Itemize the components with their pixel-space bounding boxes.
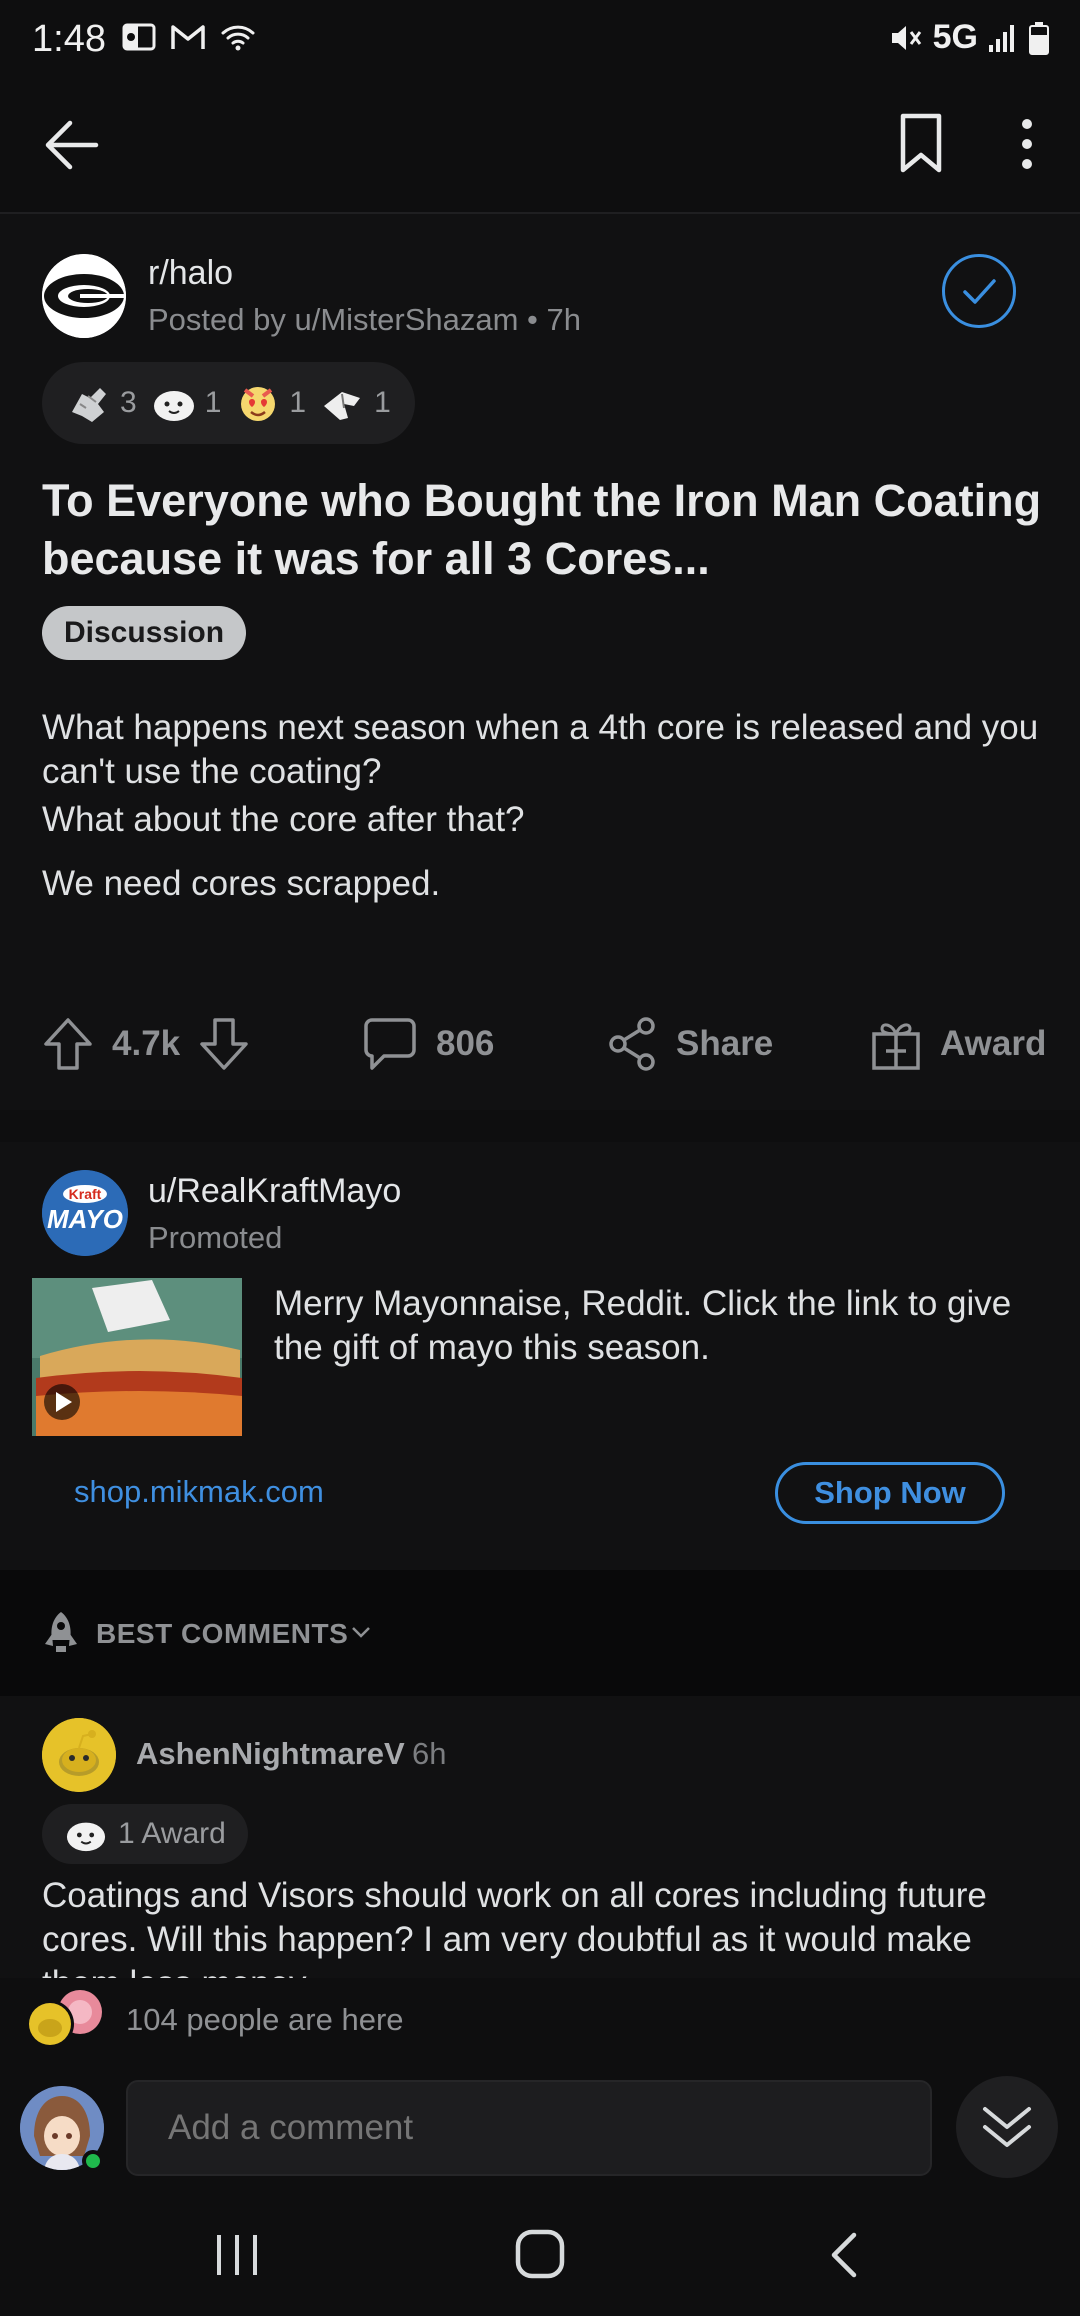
post-flair[interactable]: Discussion xyxy=(42,606,247,660)
award-button[interactable]: Award xyxy=(870,992,1046,1096)
post-awards[interactable]: 3 1 1 1 xyxy=(42,362,415,444)
network-label: 5G xyxy=(932,18,978,56)
post-body-paragraph: We need cores scrapped. xyxy=(42,864,441,903)
gift-icon xyxy=(872,1023,920,1070)
subreddit-avatar[interactable] xyxy=(42,254,126,338)
hand-pointing-icon xyxy=(324,392,361,420)
mute-icon xyxy=(891,25,921,50)
presence-bar: 104 people are here xyxy=(0,1978,1080,2068)
award-item: 1 xyxy=(320,382,391,424)
post-actions: 4.7k 806 Share Award xyxy=(0,992,1080,1096)
status-time: 1:48 xyxy=(32,18,106,60)
award-count: 1 xyxy=(204,386,222,419)
advertiser-avatar[interactable]: Kraft MAYO xyxy=(42,1170,128,1256)
comment-input[interactable] xyxy=(126,2080,932,2176)
comment-bubble-icon xyxy=(364,1018,416,1070)
status-bar: 1:48 5G xyxy=(0,0,1080,82)
post-card: r/halo Posted by u/MisterShazam • 7h 3 1… xyxy=(0,214,1080,1110)
mayo-logo-text: MAYO xyxy=(47,1204,123,1234)
advertiser-name[interactable]: u/RealKraftMayo xyxy=(148,1172,401,1211)
back-icon[interactable] xyxy=(826,2230,862,2280)
bookmark-icon[interactable] xyxy=(898,112,944,174)
chevron-down-icon xyxy=(352,1627,370,1638)
share-button[interactable]: Share xyxy=(606,992,773,1096)
commenter-avatar[interactable] xyxy=(42,1718,116,1792)
scroll-down-button[interactable] xyxy=(956,2076,1058,2178)
more-options-icon[interactable] xyxy=(1012,114,1042,174)
comment-count: 806 xyxy=(436,1024,495,1063)
system-navigation-bar xyxy=(0,2188,1080,2316)
comment-composer xyxy=(0,2068,1080,2188)
halo-logo-icon xyxy=(42,254,126,338)
presence-text: 104 people are here xyxy=(126,2002,404,2037)
wholesome-seal-icon xyxy=(153,391,194,421)
recent-apps-icon[interactable] xyxy=(212,2232,262,2278)
signal-icon xyxy=(989,24,1014,52)
comment-award-label: 1 Award xyxy=(118,1817,226,1850)
wholesome-seal-icon xyxy=(66,1822,106,1852)
kraft-mayo-logo: Kraft MAYO xyxy=(42,1170,128,1256)
post-title: To Everyone who Bought the Iron Man Coat… xyxy=(42,475,1042,584)
post-meta[interactable]: Posted by u/MisterShazam • 7h xyxy=(148,302,581,338)
checkmark-icon xyxy=(963,279,996,304)
joined-button[interactable] xyxy=(942,254,1016,328)
ad-link[interactable]: shop.mikmak.com xyxy=(74,1474,324,1510)
promoted-post: Kraft MAYO u/RealKraftMayo Promoted Merry… xyxy=(0,1142,1080,1570)
award-item: 1 xyxy=(151,382,222,424)
kraft-logo-text: Kraft xyxy=(69,1186,102,1202)
award-count: 1 xyxy=(374,386,391,419)
back-arrow-icon[interactable] xyxy=(42,116,100,174)
award-label: Award xyxy=(940,1024,1047,1063)
vote-group: 4.7k xyxy=(42,992,250,1096)
award-count: 3 xyxy=(120,386,137,419)
vote-count: 4.7k xyxy=(112,1024,181,1063)
rocket-icon xyxy=(45,1612,77,1652)
downvote-icon[interactable] xyxy=(198,1017,250,1071)
share-icon xyxy=(609,1017,655,1071)
outlook-icon xyxy=(122,23,156,51)
subreddit-name[interactable]: r/halo xyxy=(148,254,233,293)
home-icon[interactable] xyxy=(514,2228,566,2280)
upvote-icon[interactable] xyxy=(42,1017,94,1071)
helpful-hand-icon xyxy=(72,388,106,422)
award-item: 3 xyxy=(66,382,137,424)
sandwich-image xyxy=(32,1278,242,1436)
comment-time: 6h xyxy=(412,1736,447,1771)
award-item: 1 xyxy=(235,382,306,424)
heart-eyes-icon xyxy=(241,387,276,421)
comment-awards[interactable]: 1 Award xyxy=(42,1804,248,1864)
snoo-avatar-icon xyxy=(42,1718,116,1792)
presence-avatars xyxy=(26,1990,102,2048)
comment-body: Coatings and Visors should work on all c… xyxy=(42,1876,987,1978)
battery-icon xyxy=(1029,21,1049,55)
commenter-username[interactable]: AshenNightmareV xyxy=(136,1736,405,1772)
app-bar xyxy=(0,82,1080,214)
comment-sort-bar[interactable]: BEST COMMENTS xyxy=(0,1570,1080,1696)
ad-text: Merry Mayonnaise, Reddit. Click the link… xyxy=(274,1284,1012,1367)
double-chevron-down-icon xyxy=(983,2107,1031,2147)
shop-now-button[interactable]: Shop Now xyxy=(775,1462,1005,1524)
comment: AshenNightmareV 6h 1 Award Coatings and … xyxy=(0,1696,1080,1978)
post-body-paragraph: What about the core after that? xyxy=(42,800,525,839)
comments-button[interactable]: 806 xyxy=(362,992,494,1096)
online-indicator xyxy=(82,2150,104,2172)
gmail-icon xyxy=(171,25,205,49)
share-label: Share xyxy=(676,1024,774,1063)
ad-thumbnail[interactable] xyxy=(32,1278,242,1436)
post-body-paragraph: What happens next season when a 4th core… xyxy=(42,708,1039,791)
wifi-icon xyxy=(221,25,255,51)
sort-label: BEST COMMENTS xyxy=(96,1618,349,1649)
award-count: 1 xyxy=(289,386,307,419)
promoted-label: Promoted xyxy=(148,1220,283,1255)
